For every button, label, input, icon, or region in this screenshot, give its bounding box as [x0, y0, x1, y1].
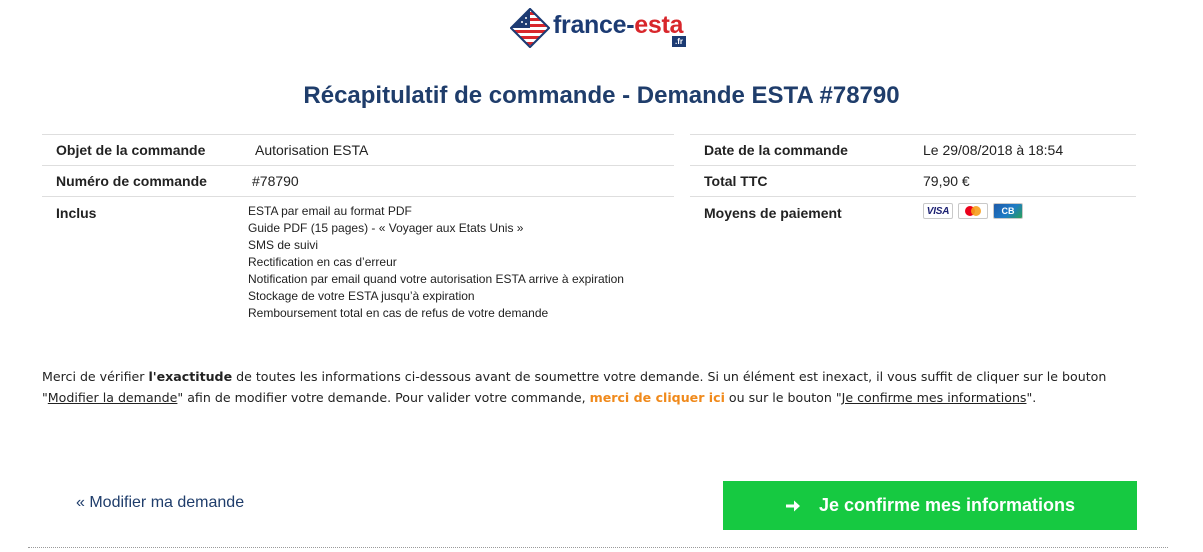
carte-bleue-icon: CB: [993, 203, 1023, 219]
includes-list: ESTA par email au format PDF Guide PDF (…: [248, 203, 624, 322]
payment-methods-label: Moyens de paiement: [704, 205, 842, 221]
verification-notice: Merci de vérifier l'exactitude de toutes…: [42, 366, 1162, 408]
order-object-row: Objet de la commande Autorisation ESTA: [42, 134, 674, 165]
order-object-label: Objet de la commande: [56, 142, 206, 158]
order-includes-row: Inclus ESTA par email au format PDF Guid…: [42, 196, 674, 322]
mastercard-icon: [958, 203, 988, 219]
order-includes-label: Inclus: [56, 205, 97, 221]
notice-text: ".: [1026, 390, 1037, 405]
modify-order-link[interactable]: « Modifier ma demande: [76, 494, 244, 512]
order-includes-value: ESTA par email au format PDF Guide PDF (…: [241, 203, 624, 322]
order-date-value: Le 29/08/2018 à 18:54: [923, 142, 1064, 158]
visa-text: VISA: [926, 205, 950, 217]
notice-text: " afin de modifier votre demande. Pour v…: [177, 390, 590, 405]
payment-methods-value: VISA CB: [923, 203, 1023, 219]
confirm-info-link[interactable]: Je confirme mes informations: [842, 390, 1027, 405]
list-item: ESTA par email au format PDF: [248, 204, 412, 218]
list-item: Notification par email quand votre autor…: [248, 272, 624, 286]
list-item: Guide PDF (15 pages) - « Voyager aux Eta…: [248, 221, 524, 235]
payment-methods-row: Moyens de paiement VISA CB: [690, 196, 1136, 221]
order-total-row: Total TTC 79,90 €: [690, 165, 1136, 196]
order-summary-table: Date de la commande Le 29/08/2018 à 18:5…: [690, 134, 1136, 221]
confirm-information-button[interactable]: Je confirme mes informations: [723, 481, 1137, 530]
order-total-value: 79,90 €: [923, 173, 970, 189]
order-total-label: Total TTC: [704, 173, 768, 189]
notice-emphasis: l'exactitude: [148, 369, 233, 384]
order-number-value: #78790: [252, 173, 299, 189]
logo-tld: .fr: [672, 36, 686, 47]
modify-request-link[interactable]: Modifier la demande: [48, 390, 178, 405]
site-logo[interactable]: france-esta .fr: [509, 6, 686, 50]
list-item: SMS de suivi: [248, 238, 319, 252]
logo-wordmark: france-esta: [553, 11, 683, 40]
notice-text: Merci de vérifier: [42, 369, 149, 384]
list-item: Rectification en cas d’erreur: [248, 255, 397, 269]
cb-text: CB: [1001, 206, 1015, 216]
order-number-row: Numéro de commande #78790: [42, 165, 674, 196]
click-here-link[interactable]: merci de cliquer ici: [590, 390, 725, 405]
footer-divider: [28, 547, 1168, 548]
list-item: Remboursement total en cas de refus de v…: [248, 306, 549, 320]
list-item: Stockage de votre ESTA jusqu’à expiratio…: [248, 289, 475, 303]
order-date-label: Date de la commande: [704, 142, 848, 158]
logo-text-france: france-: [553, 10, 635, 39]
payment-card-icons: VISA CB: [923, 203, 1023, 219]
order-date-row: Date de la commande Le 29/08/2018 à 18:5…: [690, 134, 1136, 165]
order-object-value: Autorisation ESTA: [255, 142, 369, 158]
page-title: Récapitulatif de commande - Demande ESTA…: [303, 82, 900, 109]
logo-text-esta: esta: [634, 10, 684, 39]
arrow-right-icon: [785, 500, 800, 511]
visa-icon: VISA: [923, 203, 953, 219]
order-number-label: Numéro de commande: [56, 173, 207, 189]
confirm-button-label: Je confirme mes informations: [818, 495, 1076, 515]
notice-text: ou sur le bouton ": [724, 390, 842, 405]
order-details-table: Objet de la commande Autorisation ESTA N…: [42, 134, 674, 322]
us-flag-diamond-icon: [509, 7, 551, 49]
